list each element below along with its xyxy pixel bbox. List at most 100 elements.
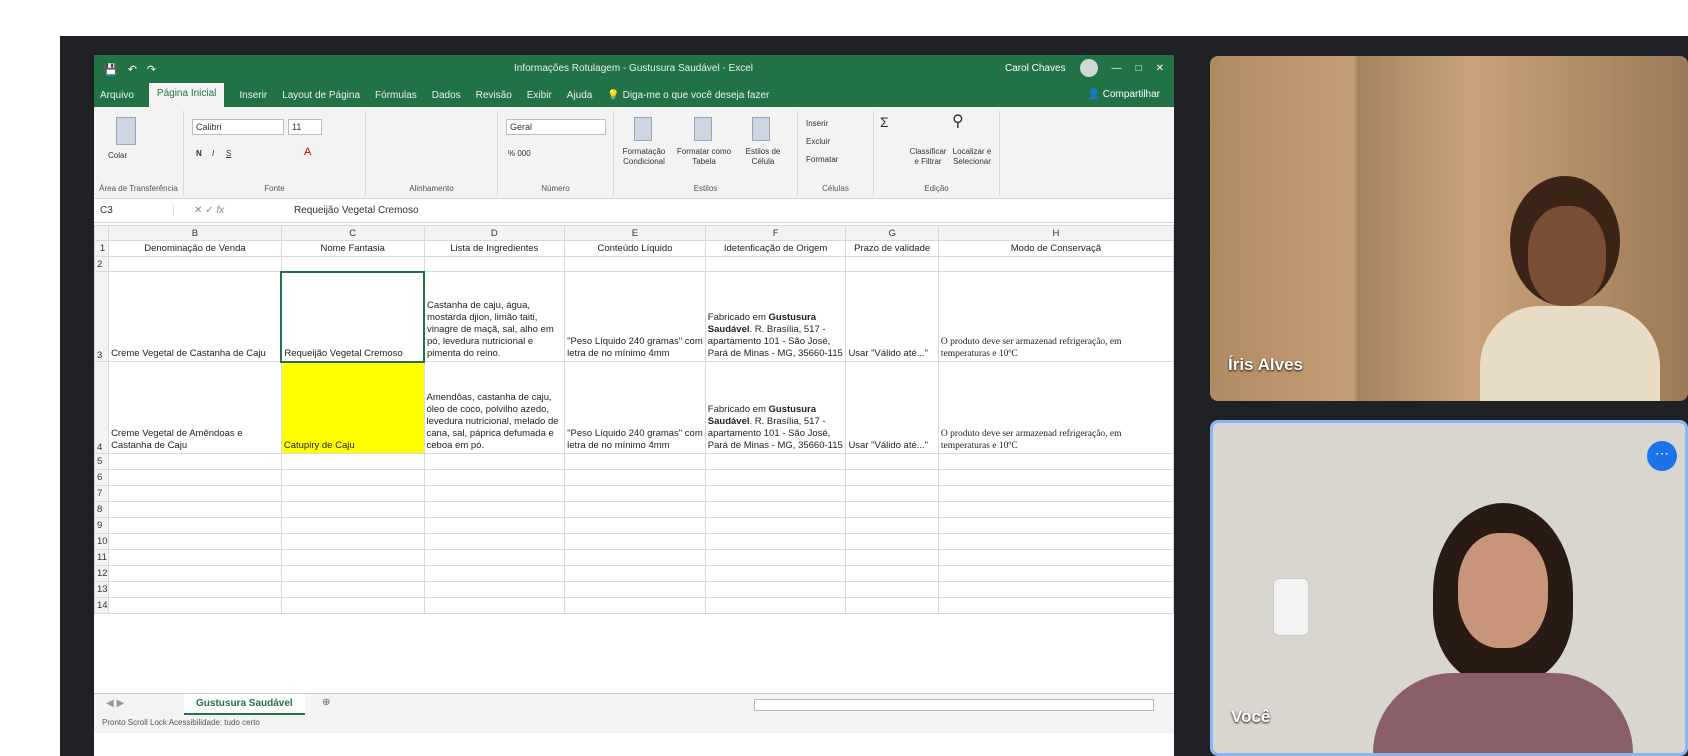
cell[interactable] [845,501,939,518]
cell[interactable] [937,533,1174,550]
avatar[interactable] [1079,59,1098,77]
cell[interactable]: Amendôas, castanha de caju, óleo de coco… [423,361,566,454]
undo-icon[interactable]: ↶ [128,63,137,76]
cell[interactable] [704,597,847,614]
cell[interactable] [108,597,282,614]
cell[interactable]: Fabricado em Gustusura Saudável. R. Bras… [704,361,847,454]
cell[interactable] [423,533,566,550]
sort-filter-button[interactable]: Classificar e Filtrar [908,147,948,167]
tab-layout[interactable]: Layout de Página [282,90,360,101]
cell[interactable] [704,256,847,272]
cell[interactable] [280,533,425,550]
italic-button[interactable]: I [212,149,214,159]
cell[interactable] [845,581,939,598]
cell[interactable] [564,501,706,518]
redo-icon[interactable]: ↷ [147,63,156,76]
cell[interactable]: Prazo de validade [845,240,939,257]
cell[interactable] [280,565,425,582]
cell[interactable] [280,517,425,534]
cell[interactable]: "Peso Líquido 240 gramas" com letra de n… [564,361,706,454]
cell[interactable] [845,453,939,470]
cell[interactable] [564,549,706,566]
cell[interactable] [937,485,1174,502]
cell[interactable] [108,565,282,582]
close-icon[interactable]: ✕ [1156,63,1164,74]
cell[interactable] [845,565,939,582]
format-table-icon[interactable] [694,117,712,141]
cell[interactable] [564,485,706,502]
cell[interactable] [845,469,939,486]
delete-cells-button[interactable]: Excluir [806,137,830,147]
cell[interactable] [937,469,1174,486]
cell[interactable] [704,533,847,550]
cell[interactable] [937,549,1174,566]
cell[interactable]: Usar "Válido até..." [845,271,939,362]
cell[interactable]: Denominação de Venda [108,240,282,257]
cell[interactable]: Creme Vegetal de Castanha de Caju [108,271,282,362]
tab-ajuda[interactable]: Ajuda [567,90,593,101]
cell[interactable] [937,597,1174,614]
sheet-tab[interactable]: Gustusura Saudável [184,694,305,715]
cell[interactable] [108,581,282,598]
cell[interactable] [564,533,706,550]
cell[interactable] [704,485,847,502]
cell[interactable] [423,501,566,518]
corner-cell[interactable] [94,225,110,241]
col-header[interactable]: D [423,225,566,241]
row-header[interactable]: 4 [94,361,110,454]
paste-icon[interactable] [116,117,136,145]
share-button[interactable]: 👤 Compartilhar [1088,89,1160,100]
highlighted-cell[interactable]: Catupiry de Caju [280,361,425,454]
cell[interactable] [280,256,425,272]
add-sheet-icon[interactable]: ⊕ [322,697,330,708]
paste-label[interactable]: Colar [108,151,127,161]
conditional-format-icon[interactable] [634,117,652,141]
cell[interactable]: "Peso Líquido 240 gramas" com letra de n… [564,271,706,362]
percent-button[interactable]: % 000 [508,149,531,159]
row-header[interactable]: 8 [94,501,110,518]
col-header[interactable]: G [845,225,939,241]
cell[interactable]: Creme Vegetal de Amêndoas e Castanha de … [108,361,282,454]
cell[interactable] [423,549,566,566]
cell[interactable]: O produto deve ser armazenad refrigeraçã… [937,361,1174,454]
cell[interactable] [564,453,706,470]
col-header[interactable]: C [280,225,425,241]
row-header[interactable]: 9 [94,517,110,534]
cell[interactable] [280,549,425,566]
cell[interactable] [108,549,282,566]
cell[interactable] [423,517,566,534]
prev-sheet-icon[interactable]: ◀ ▶ [106,698,124,709]
row-header[interactable]: 7 [94,485,110,502]
font-size-select[interactable]: 11 [288,119,322,135]
cell[interactable] [423,597,566,614]
col-header[interactable]: H [937,225,1174,241]
tab-revisao[interactable]: Revisão [476,90,512,101]
cell[interactable] [108,533,282,550]
cell[interactable] [704,581,847,598]
selected-cell[interactable]: Requeijão Vegetal Cremoso [280,270,426,363]
number-format-select[interactable]: Geral [506,119,606,135]
find-select-button[interactable]: Localizar e Selecionar [948,147,996,167]
cell[interactable] [704,517,847,534]
cell[interactable] [937,501,1174,518]
cell[interactable] [845,517,939,534]
cell[interactable]: Conteúdo Líquido [564,240,706,257]
cell[interactable] [704,453,847,470]
row-header[interactable]: 1 [94,240,110,257]
cell[interactable] [108,517,282,534]
row-header[interactable]: 6 [94,469,110,486]
conditional-format-button[interactable]: Formatação Condicional [616,147,672,167]
cell[interactable] [564,517,706,534]
col-header[interactable]: B [108,225,282,241]
cell[interactable] [108,501,282,518]
font-color-icon[interactable]: A [304,147,311,158]
cell[interactable] [423,485,566,502]
cell[interactable] [845,533,939,550]
cell[interactable] [108,485,282,502]
cell[interactable] [704,469,847,486]
autosum-icon[interactable]: Σ [880,115,889,129]
cell[interactable] [564,469,706,486]
tab-formulas[interactable]: Fórmulas [375,90,417,101]
cell[interactable]: Lista de Ingredientes [423,240,566,257]
font-name-select[interactable]: Calibri [192,119,284,135]
